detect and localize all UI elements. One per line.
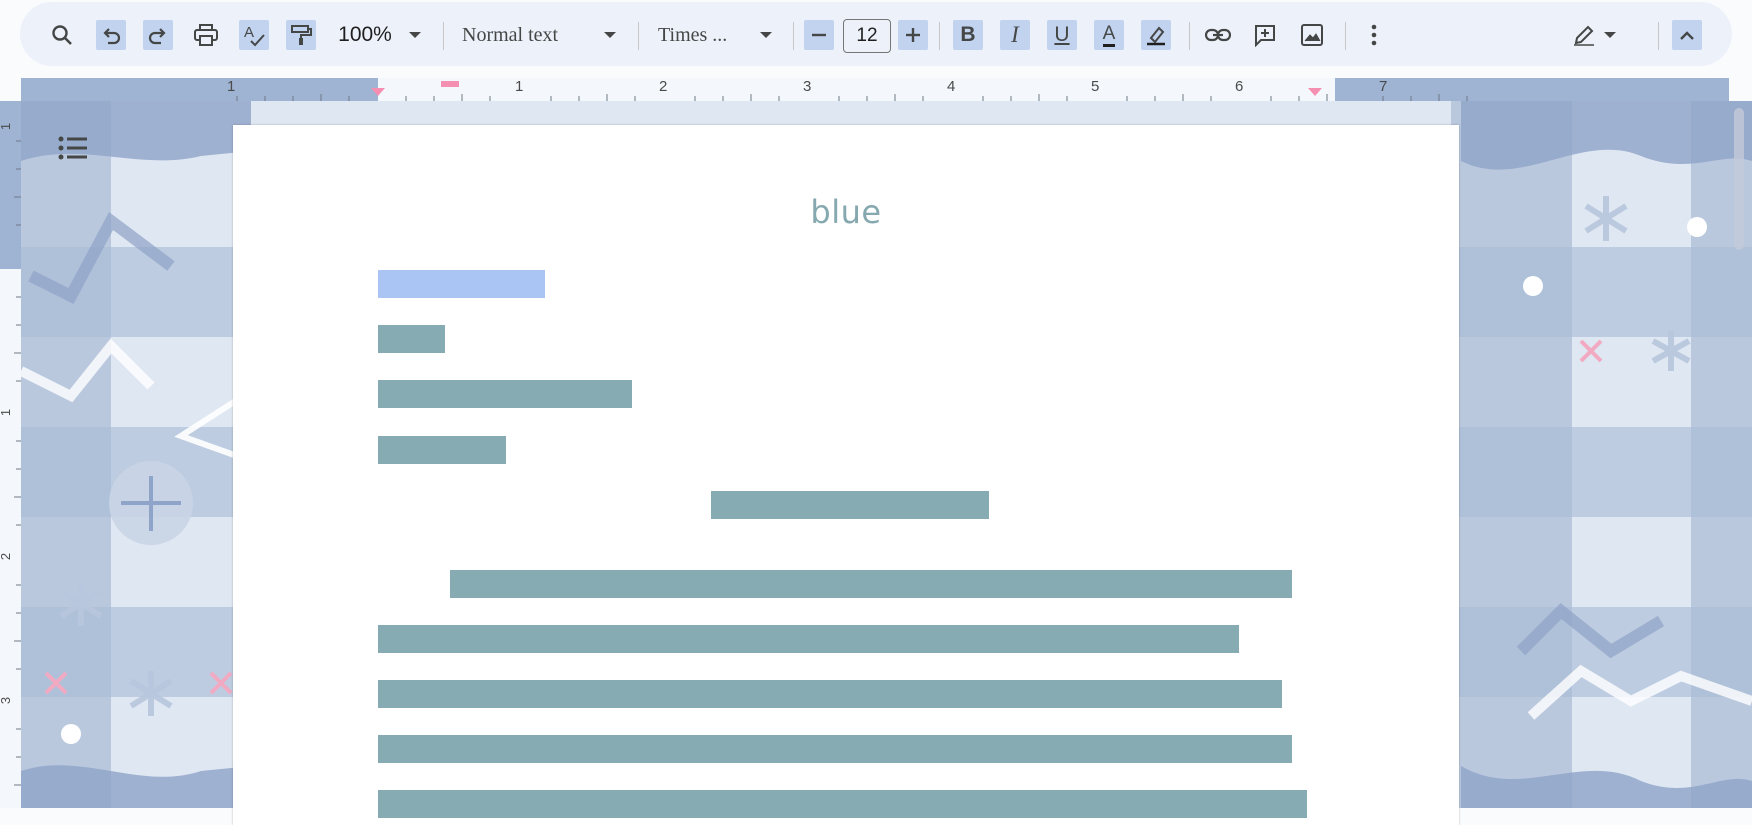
- redo-icon: [148, 28, 166, 45]
- text-line[interactable]: [711, 491, 989, 519]
- chevron-down-icon: [1604, 32, 1616, 38]
- underline-icon: U: [1054, 23, 1070, 46]
- ruler-number: 1: [0, 409, 13, 416]
- font-size-input[interactable]: 12: [843, 19, 891, 53]
- more-options-button[interactable]: [1359, 20, 1389, 50]
- undo-icon: [103, 28, 121, 45]
- spellcheck-icon: A: [244, 24, 265, 47]
- bold-icon: B: [960, 23, 976, 46]
- svg-text:A: A: [244, 24, 254, 41]
- decrease-font-size-button[interactable]: [804, 20, 834, 50]
- paragraph-style-value: Normal text: [462, 23, 559, 46]
- search-menus-button[interactable]: [47, 20, 77, 50]
- pencil-icon: [1574, 25, 1594, 46]
- text-line[interactable]: [378, 735, 1292, 763]
- zoom-dropdown[interactable]: [405, 20, 425, 50]
- ruler-ticks: [236, 81, 1468, 101]
- horizontal-ruler[interactable]: 1 1 2 3 4 5 6 7: [21, 78, 1729, 101]
- ruler-number: 2: [659, 78, 668, 95]
- paint-format-button[interactable]: [286, 20, 316, 50]
- search-icon: [52, 25, 72, 45]
- toolbar-divider: [939, 22, 940, 50]
- text-color-button[interactable]: A: [1094, 20, 1124, 50]
- font-dropdown[interactable]: [756, 20, 776, 50]
- ruler-number: 6: [1235, 78, 1244, 95]
- highlight-color-button[interactable]: [1141, 20, 1171, 50]
- link-icon: [1205, 28, 1231, 42]
- toolbar-divider: [1345, 22, 1346, 50]
- text-line[interactable]: [378, 680, 1282, 708]
- font-family-select[interactable]: Times ...: [658, 20, 744, 50]
- toolbar-divider: [443, 22, 444, 50]
- chevron-down-icon: [409, 32, 421, 38]
- toolbar-divider: [1189, 22, 1190, 50]
- text-line[interactable]: [378, 790, 1307, 818]
- ruler-number: 7: [1379, 78, 1388, 95]
- ruler-number: 3: [803, 78, 812, 95]
- formatting-toolbar: A 100% Normal text Times ... 12 B I U A: [20, 2, 1732, 66]
- insert-link-button[interactable]: [1203, 20, 1233, 50]
- minus-icon: [812, 33, 826, 37]
- ruler-number: 2: [0, 553, 13, 560]
- paragraph-style-select[interactable]: Normal text: [462, 20, 572, 50]
- ruler-number: 5: [1091, 78, 1100, 95]
- font-family-value: Times ...: [658, 23, 728, 46]
- vertical-scrollbar[interactable]: [1734, 108, 1744, 250]
- italic-icon: I: [1011, 22, 1019, 47]
- undo-button[interactable]: [96, 20, 126, 50]
- ruler-number: 1: [515, 78, 524, 95]
- toolbar-divider: [1658, 22, 1659, 50]
- zoom-value: 100%: [338, 23, 392, 46]
- toolbar-divider: [638, 22, 639, 50]
- more-vert-icon: [1371, 24, 1377, 46]
- paint-format-icon: [291, 25, 312, 45]
- print-icon: [194, 24, 218, 46]
- print-button[interactable]: [191, 20, 221, 50]
- add-comment-icon: [1255, 25, 1275, 47]
- chevron-up-icon: [1680, 31, 1694, 40]
- plus-icon: [906, 28, 920, 42]
- ruler-number: 4: [947, 78, 956, 95]
- text-line[interactable]: [378, 380, 632, 408]
- redo-button[interactable]: [143, 20, 173, 50]
- text-line[interactable]: [378, 325, 445, 353]
- highlighter-icon: [1147, 26, 1165, 46]
- image-icon: [1301, 24, 1323, 46]
- italic-button[interactable]: I: [1000, 20, 1030, 50]
- bold-button[interactable]: B: [953, 20, 983, 50]
- hide-menus-button[interactable]: [1672, 20, 1702, 50]
- spellcheck-button[interactable]: A: [239, 20, 269, 50]
- ruler-number: 1: [0, 123, 13, 130]
- editing-mode-button[interactable]: [1566, 20, 1622, 50]
- increase-font-size-button[interactable]: [898, 20, 928, 50]
- underline-button[interactable]: U: [1047, 20, 1077, 50]
- style-dropdown[interactable]: [600, 20, 620, 50]
- text-color-icon: A: [1102, 23, 1116, 47]
- text-line[interactable]: [378, 436, 506, 464]
- right-indent-marker: [1308, 88, 1322, 96]
- chevron-down-icon: [604, 32, 616, 38]
- selected-text-line[interactable]: [378, 270, 545, 298]
- left-indent-marker: [371, 88, 385, 96]
- add-comment-button[interactable]: [1250, 20, 1280, 50]
- document-page[interactable]: blue: [233, 125, 1459, 825]
- ruler-number: 3: [0, 697, 13, 704]
- ruler-number: 1: [227, 78, 236, 95]
- text-line[interactable]: [450, 570, 1292, 598]
- text-line[interactable]: [378, 625, 1239, 653]
- zoom-select[interactable]: 100%: [332, 20, 398, 50]
- insert-image-button[interactable]: [1297, 20, 1327, 50]
- document-title[interactable]: blue: [233, 193, 1459, 231]
- chevron-down-icon: [760, 32, 772, 38]
- document-outline-icon[interactable]: [58, 135, 88, 166]
- first-line-indent-marker: [441, 81, 459, 87]
- toolbar-divider: [793, 22, 794, 50]
- vertical-ruler[interactable]: 1 1 2 3: [0, 101, 21, 808]
